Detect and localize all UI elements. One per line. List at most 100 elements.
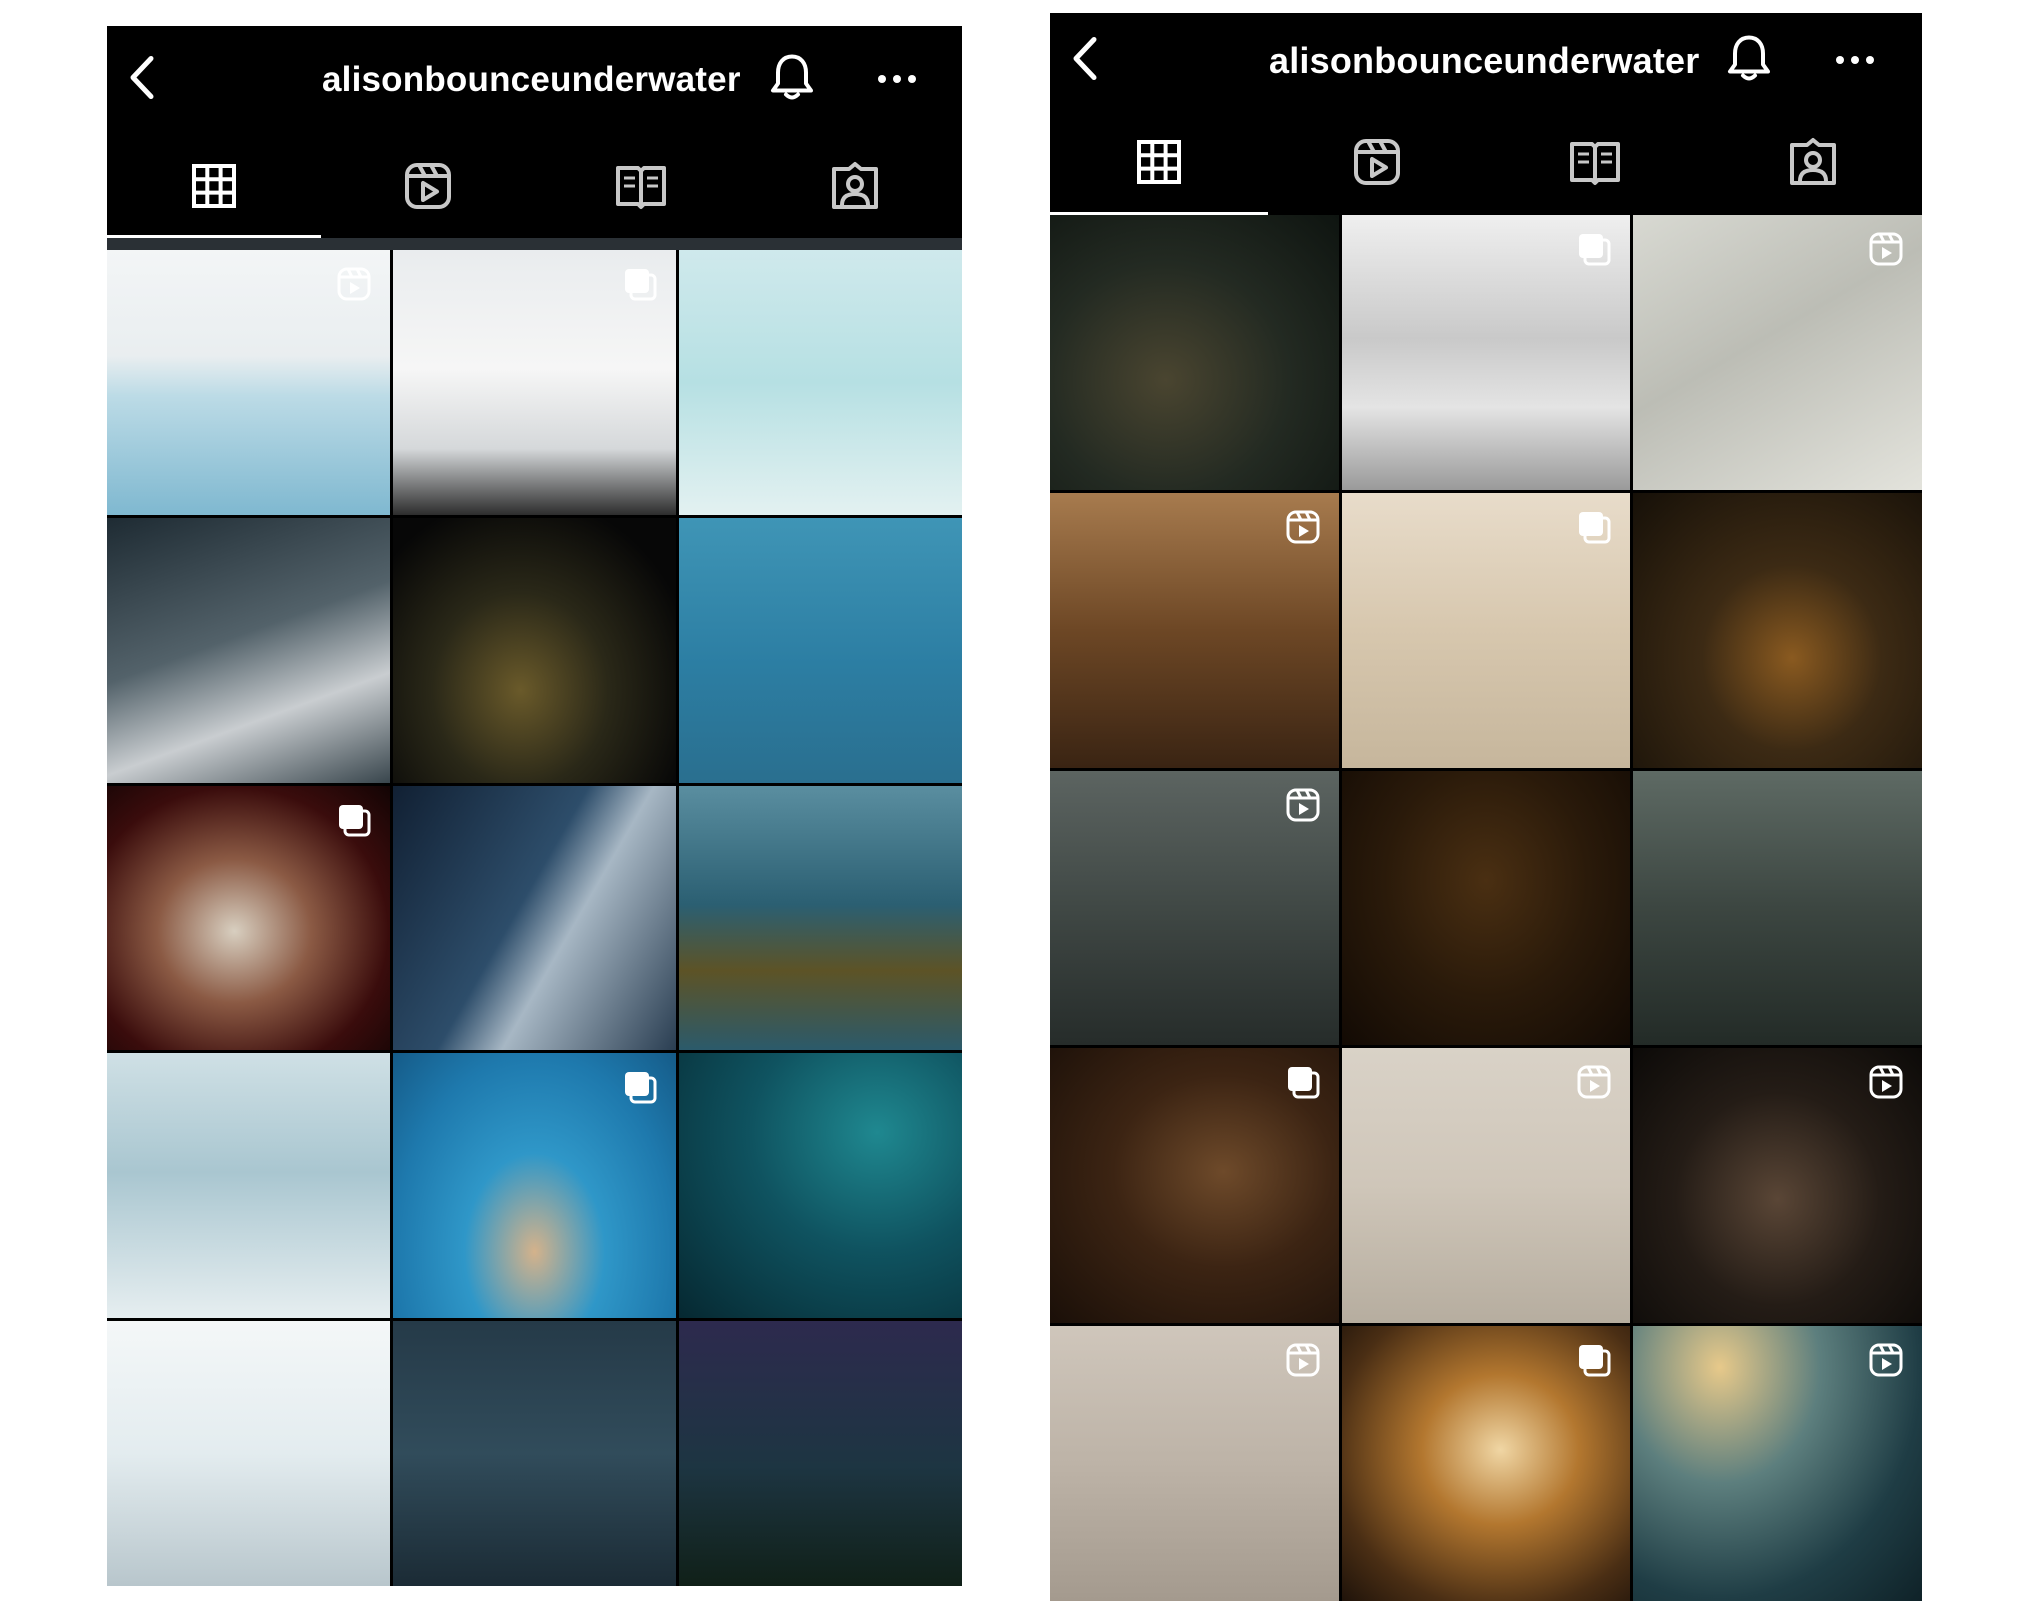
more-horizontal-icon bbox=[1836, 56, 1874, 64]
post-tile[interactable] bbox=[1050, 1326, 1339, 1601]
reel-badge-icon bbox=[1869, 1343, 1903, 1377]
post-thumbnail bbox=[107, 1321, 390, 1586]
post-tile[interactable] bbox=[1050, 1048, 1339, 1324]
post-tile[interactable] bbox=[1341, 1048, 1631, 1324]
tab-tagged[interactable] bbox=[748, 134, 962, 238]
tab-reels[interactable] bbox=[321, 134, 535, 238]
reel-badge-icon bbox=[337, 267, 371, 301]
profile-username: alisonbounceunderwater bbox=[322, 60, 741, 99]
post-thumbnail bbox=[1633, 492, 1922, 768]
post-thumbnail bbox=[679, 250, 962, 515]
carousel-badge-icon bbox=[339, 804, 371, 837]
tab-divider bbox=[107, 238, 962, 250]
tab-guides[interactable] bbox=[535, 134, 749, 238]
profile-username: alisonbounceunderwater bbox=[1269, 40, 1700, 81]
post-tile[interactable] bbox=[393, 1321, 676, 1586]
post-tile[interactable] bbox=[1050, 215, 1339, 490]
back-button[interactable] bbox=[1068, 36, 1102, 87]
carousel-indicator bbox=[336, 802, 372, 843]
chevron-left-icon bbox=[130, 56, 154, 99]
reel-badge-icon bbox=[1286, 1343, 1320, 1377]
post-tile[interactable] bbox=[1341, 770, 1631, 1046]
carousel-indicator bbox=[622, 1069, 658, 1110]
carousel-badge-icon bbox=[1579, 234, 1611, 266]
notifications-button[interactable] bbox=[769, 53, 815, 108]
reel-indicator bbox=[1868, 1064, 1904, 1105]
grid-icon bbox=[1137, 140, 1181, 184]
tagged-icon bbox=[1790, 138, 1836, 185]
post-tile[interactable] bbox=[107, 1053, 390, 1319]
tab-tagged[interactable] bbox=[1704, 109, 1922, 215]
post-tile[interactable] bbox=[107, 250, 390, 515]
profile-tabs bbox=[107, 134, 962, 238]
reel-badge-icon bbox=[1869, 1065, 1903, 1099]
guide-icon bbox=[1570, 142, 1620, 185]
post-tile[interactable] bbox=[679, 785, 962, 1051]
tab-reels[interactable] bbox=[1268, 109, 1486, 215]
notifications-button[interactable] bbox=[1726, 34, 1772, 89]
post-tile[interactable] bbox=[1633, 770, 1922, 1046]
post-tile[interactable] bbox=[1341, 1326, 1631, 1601]
carousel-indicator bbox=[622, 266, 658, 307]
profile-header: alisonbounceunderwater bbox=[107, 26, 962, 134]
post-tile[interactable] bbox=[679, 1321, 962, 1586]
post-tile[interactable] bbox=[1050, 492, 1339, 768]
reel-indicator bbox=[1868, 1342, 1904, 1383]
carousel-indicator bbox=[1576, 509, 1612, 550]
profile-header: alisonbounceunderwater bbox=[1050, 13, 1922, 109]
post-thumbnail bbox=[107, 517, 390, 783]
post-thumbnail bbox=[393, 517, 676, 783]
tab-guides[interactable] bbox=[1486, 109, 1704, 215]
more-options-button[interactable] bbox=[877, 71, 917, 89]
reel-badge-icon bbox=[1577, 1065, 1611, 1099]
reel-indicator bbox=[1285, 787, 1321, 828]
profile-screen-left: alisonbounceunderwater bbox=[107, 26, 962, 1586]
post-tile[interactable] bbox=[393, 785, 676, 1051]
post-tile[interactable] bbox=[107, 785, 390, 1051]
post-tile[interactable] bbox=[679, 517, 962, 783]
post-tile[interactable] bbox=[1633, 492, 1922, 768]
post-thumbnail bbox=[679, 785, 962, 1051]
post-tile[interactable] bbox=[107, 517, 390, 783]
post-tile[interactable] bbox=[1341, 492, 1631, 768]
bell-icon bbox=[771, 54, 813, 100]
post-tile[interactable] bbox=[393, 517, 676, 783]
post-tile[interactable] bbox=[1633, 215, 1922, 490]
carousel-badge-icon bbox=[1287, 1067, 1320, 1099]
posts-grid bbox=[1050, 215, 1922, 1601]
back-button[interactable] bbox=[125, 55, 159, 106]
post-thumbnail bbox=[679, 517, 962, 783]
post-thumbnail bbox=[679, 1053, 962, 1319]
post-tile[interactable] bbox=[1341, 215, 1631, 490]
tab-posts[interactable] bbox=[107, 134, 321, 238]
reel-indicator bbox=[1285, 509, 1321, 550]
carousel-badge-icon bbox=[1579, 511, 1611, 544]
post-tile[interactable] bbox=[679, 1053, 962, 1319]
carousel-indicator bbox=[1576, 1342, 1612, 1383]
post-tile[interactable] bbox=[1633, 1048, 1922, 1324]
chevron-left-icon bbox=[1073, 37, 1097, 80]
post-thumbnail bbox=[393, 785, 676, 1051]
post-tile[interactable] bbox=[393, 1053, 676, 1319]
post-tile[interactable] bbox=[1633, 1326, 1922, 1601]
post-thumbnail bbox=[1050, 215, 1339, 490]
carousel-badge-icon bbox=[625, 1072, 657, 1104]
reel-badge-icon bbox=[1286, 510, 1320, 544]
reel-indicator bbox=[1576, 1064, 1612, 1105]
reels-icon bbox=[1354, 139, 1400, 185]
post-tile[interactable] bbox=[1050, 770, 1339, 1046]
post-tile[interactable] bbox=[679, 250, 962, 515]
reels-icon bbox=[404, 163, 451, 209]
more-horizontal-icon bbox=[878, 75, 916, 83]
post-thumbnail bbox=[679, 1321, 962, 1586]
reel-badge-icon bbox=[1286, 788, 1320, 822]
more-options-button[interactable] bbox=[1835, 52, 1875, 70]
post-tile[interactable] bbox=[393, 250, 676, 515]
post-thumbnail bbox=[1633, 770, 1922, 1046]
post-thumbnail bbox=[1341, 770, 1631, 1046]
post-tile[interactable] bbox=[107, 1321, 390, 1586]
reel-indicator bbox=[336, 266, 372, 307]
tab-posts[interactable] bbox=[1050, 109, 1268, 215]
carousel-indicator bbox=[1285, 1064, 1321, 1105]
carousel-badge-icon bbox=[1579, 1345, 1611, 1377]
